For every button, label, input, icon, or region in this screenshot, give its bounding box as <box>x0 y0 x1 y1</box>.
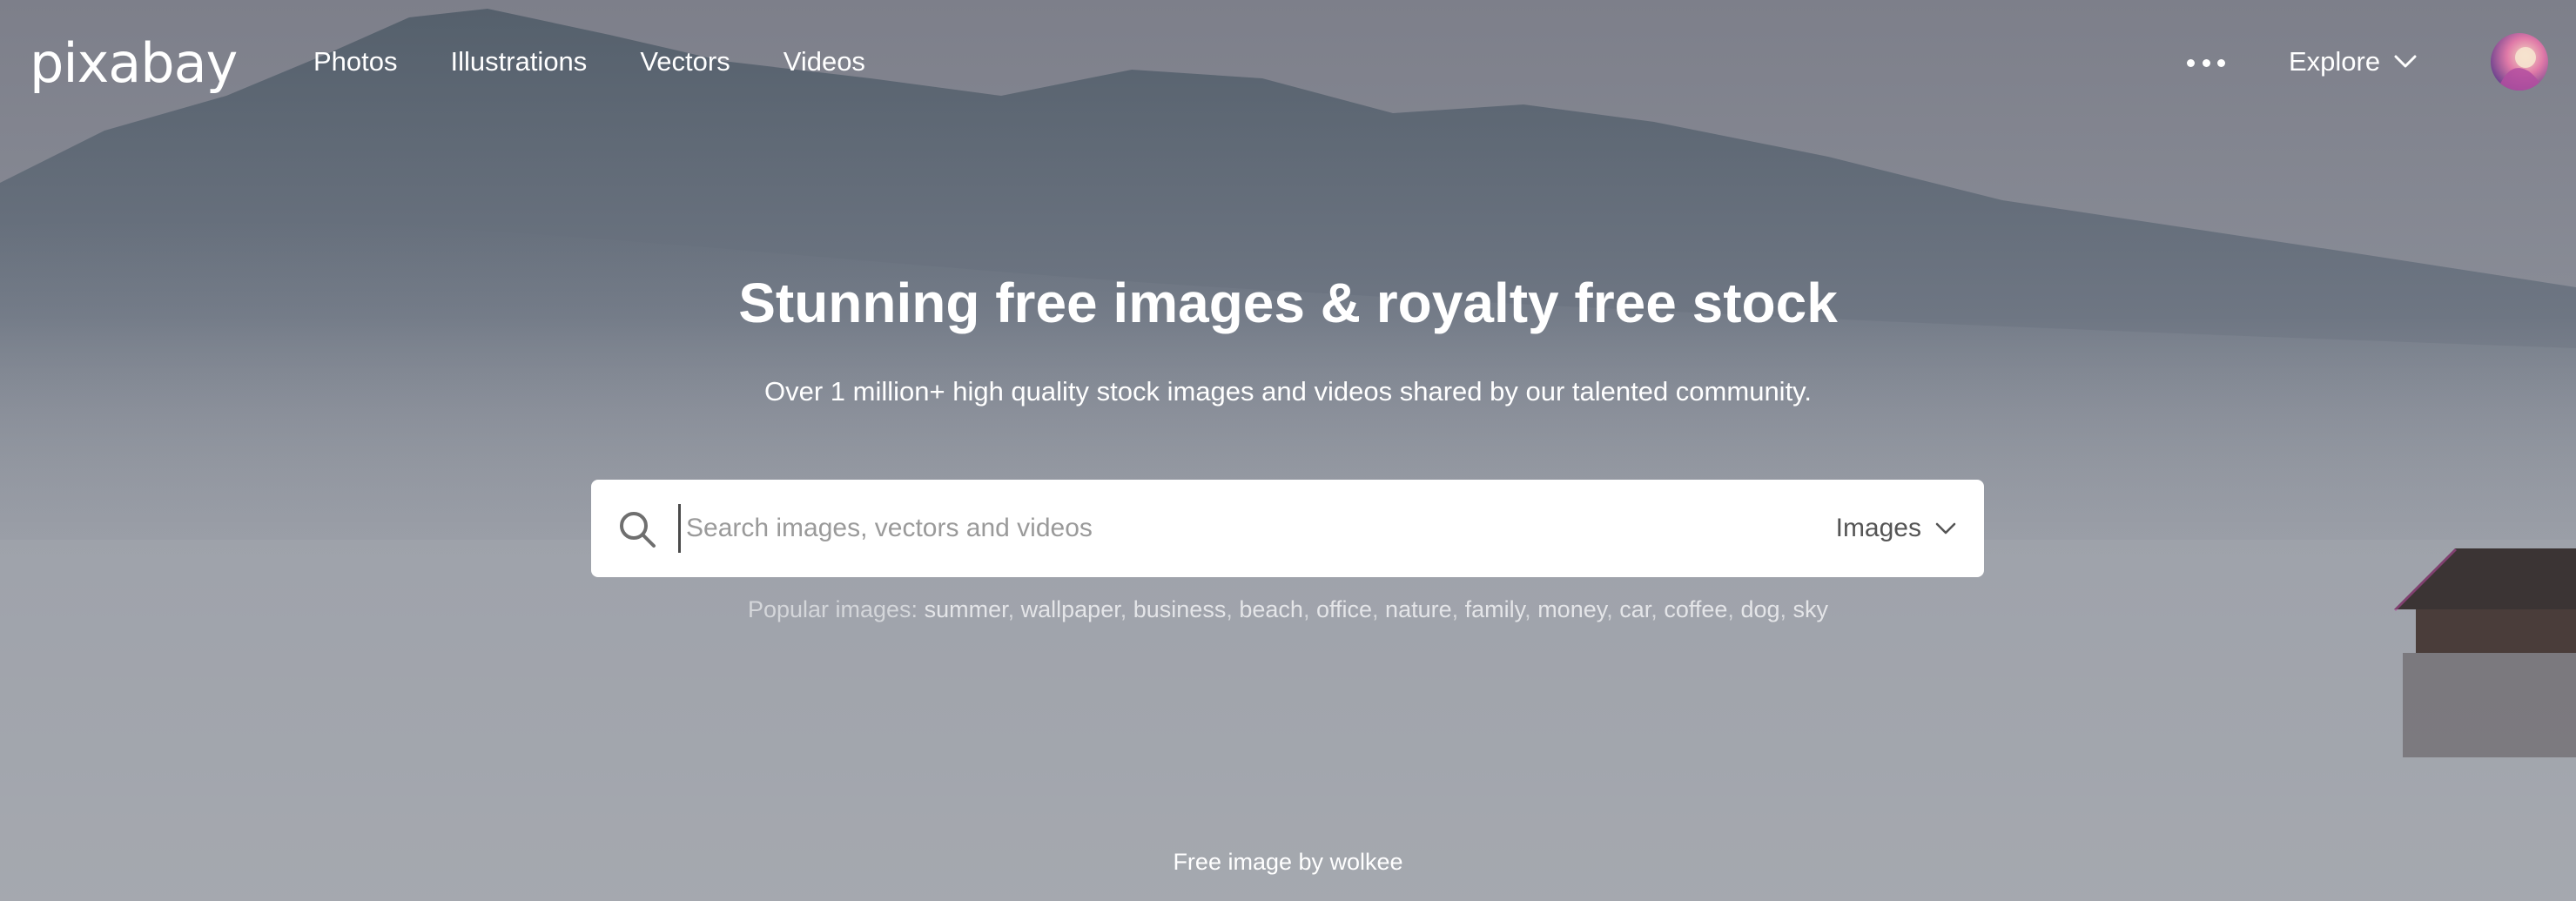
popular-tag-link[interactable]: beach <box>1239 596 1303 622</box>
more-horizontal-icon-dot <box>2217 58 2225 67</box>
popular-tag-link[interactable]: dog <box>1740 596 1779 622</box>
explore-menu-button[interactable]: Explore <box>2289 40 2417 84</box>
popular-tag-link[interactable]: coffee <box>1664 596 1727 622</box>
media-type-select[interactable]: Images <box>1836 504 1956 553</box>
chevron-down-icon <box>2394 55 2417 68</box>
popular-searches: Popular images: summer, wallpaper, busin… <box>0 592 2576 627</box>
popular-tag-link[interactable]: nature <box>1385 596 1452 622</box>
nav-link-photos[interactable]: Photos <box>313 40 398 84</box>
explore-label: Explore <box>2289 46 2381 77</box>
top-navigation-bar: pixabay Photos Illustrations Vectors Vid… <box>0 0 2576 122</box>
user-avatar[interactable] <box>2491 33 2548 91</box>
popular-prefix: Popular images: <box>747 596 918 622</box>
main-nav: Photos Illustrations Vectors Videos <box>313 40 918 84</box>
popular-tag-link[interactable]: family <box>1465 596 1525 622</box>
more-horizontal-icon <box>2187 58 2195 67</box>
popular-tag-link[interactable]: office <box>1316 596 1372 622</box>
popular-tag-link[interactable]: wallpaper <box>1021 596 1120 622</box>
nav-link-illustrations[interactable]: Illustrations <box>451 40 588 84</box>
popular-tags-list: summer, wallpaper, business, beach, offi… <box>924 596 1829 622</box>
nav-link-vectors[interactable]: Vectors <box>640 40 730 84</box>
avatar-image <box>2491 33 2548 91</box>
pixabay-logo[interactable]: pixabay <box>30 24 238 103</box>
image-credit[interactable]: Free image by wolkee <box>0 844 2576 879</box>
chevron-down-icon <box>1935 522 1956 534</box>
more-options-button[interactable] <box>2187 45 2225 80</box>
hero-background-image <box>0 0 2576 901</box>
nav-link-videos[interactable]: Videos <box>784 40 865 84</box>
more-horizontal-icon-dot <box>2202 58 2210 67</box>
search-bar: Images <box>591 480 1984 577</box>
hero-subtitle: Over 1 million+ high quality stock image… <box>763 376 1812 407</box>
media-type-selected: Images <box>1835 514 1921 542</box>
search-icon[interactable] <box>617 509 657 549</box>
hero-title: Stunning free images & royalty free stoc… <box>738 272 1838 334</box>
popular-tag-link[interactable]: car <box>1619 596 1651 622</box>
popular-tag-link[interactable]: business <box>1133 596 1227 622</box>
search-input[interactable] <box>678 504 1557 553</box>
popular-tag-link[interactable]: summer <box>925 596 1008 622</box>
popular-tag-link[interactable]: sky <box>1793 596 1829 622</box>
page: pixabay Photos Illustrations Vectors Vid… <box>0 0 2576 901</box>
popular-tag-link[interactable]: money <box>1537 596 1606 622</box>
